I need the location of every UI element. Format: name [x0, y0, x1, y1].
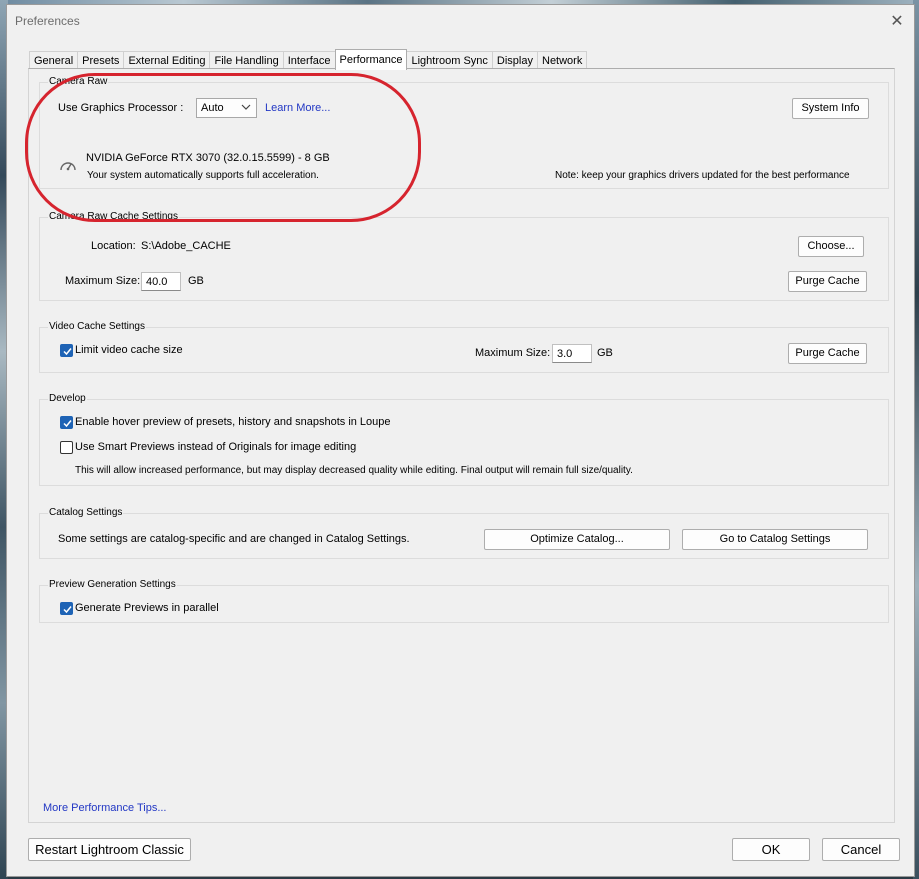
cache-max-input[interactable]	[141, 272, 181, 291]
checkmark-icon	[63, 348, 72, 356]
camera-raw-group: Camera Raw Use Graphics Processor : Auto…	[39, 76, 889, 189]
cancel-button[interactable]: Cancel	[822, 838, 900, 861]
preferences-dialog: Preferences ✕ General Presets External E…	[6, 4, 915, 877]
parallel-previews-label: Generate Previews in parallel	[75, 602, 219, 614]
cache-max-label: Maximum Size:	[65, 275, 141, 287]
ok-button[interactable]: OK	[732, 838, 810, 861]
checkmark-icon	[63, 606, 72, 614]
video-cache-unit: GB	[597, 347, 613, 359]
video-cache-group: Video Cache Settings Limit video cache s…	[39, 321, 889, 373]
close-icon[interactable]: ✕	[886, 11, 908, 33]
parallel-previews-checkbox[interactable]	[60, 602, 73, 615]
learn-more-link[interactable]: Learn More...	[265, 102, 330, 114]
catalog-text: Some settings are catalog-specific and a…	[58, 533, 410, 545]
choose-button[interactable]: Choose...	[798, 236, 864, 257]
smart-previews-checkbox[interactable]	[60, 441, 73, 454]
gpu-name: NVIDIA GeForce RTX 3070 (32.0.15.5599) -…	[86, 152, 330, 164]
tab-performance[interactable]: Performance	[334, 49, 408, 70]
checkmark-icon	[63, 420, 72, 428]
speedometer-icon	[59, 158, 77, 172]
preview-title: Preview Generation Settings	[48, 579, 177, 590]
window-title: Preferences	[15, 14, 80, 28]
title-bar: Preferences ✕	[7, 5, 914, 37]
location-label: Location:	[91, 240, 136, 252]
hover-preview-label: Enable hover preview of presets, history…	[75, 416, 391, 428]
video-purge-cache-button[interactable]: Purge Cache	[788, 343, 867, 364]
smart-previews-note: This will allow increased performance, b…	[75, 465, 633, 476]
hover-preview-checkbox[interactable]	[60, 416, 73, 429]
location-value: S:\Adobe_CACHE	[141, 240, 231, 252]
gpu-select[interactable]: Auto	[196, 98, 257, 118]
optimize-catalog-button[interactable]: Optimize Catalog...	[484, 529, 670, 550]
preview-group: Preview Generation Settings Generate Pre…	[39, 579, 889, 623]
tab-strip: General Presets External Editing File Ha…	[29, 49, 588, 70]
develop-group: Develop Enable hover preview of presets,…	[39, 393, 889, 486]
performance-tips-link[interactable]: More Performance Tips...	[43, 802, 167, 814]
develop-title: Develop	[48, 393, 87, 404]
gpu-select-value: Auto	[201, 102, 224, 114]
limit-video-cache-label: Limit video cache size	[75, 344, 183, 356]
chevron-down-icon	[241, 104, 251, 110]
purge-cache-button[interactable]: Purge Cache	[788, 271, 867, 292]
smart-previews-label: Use Smart Previews instead of Originals …	[75, 441, 357, 453]
video-max-label: Maximum Size:	[475, 347, 551, 359]
catalog-title: Catalog Settings	[48, 507, 124, 518]
limit-video-cache-checkbox[interactable]	[60, 344, 73, 357]
catalog-group: Catalog Settings Some settings are catal…	[39, 507, 889, 559]
goto-catalog-settings-button[interactable]: Go to Catalog Settings	[682, 529, 868, 550]
camera-raw-title: Camera Raw	[48, 76, 109, 87]
system-info-button[interactable]: System Info	[792, 98, 869, 119]
cache-unit: GB	[188, 275, 204, 287]
video-cache-title: Video Cache Settings	[48, 321, 146, 332]
cache-group: Camera Raw Cache Settings Location: S:\A…	[39, 211, 889, 301]
driver-note: Note: keep your graphics drivers updated…	[555, 170, 850, 181]
gpu-label: Use Graphics Processor :	[58, 102, 184, 114]
cache-title: Camera Raw Cache Settings	[48, 211, 179, 222]
restart-lightroom-button[interactable]: Restart Lightroom Classic	[28, 838, 191, 861]
video-max-input[interactable]	[552, 344, 592, 363]
gpu-status: Your system automatically supports full …	[87, 170, 319, 181]
